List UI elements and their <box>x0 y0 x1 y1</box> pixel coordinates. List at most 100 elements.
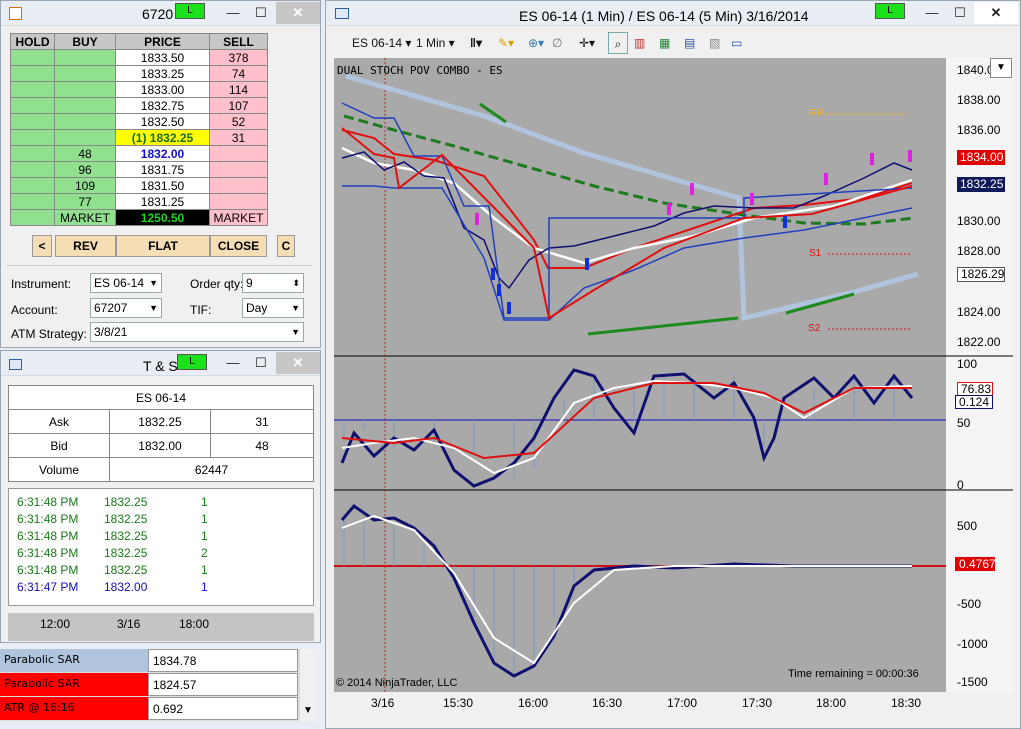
buy-cell[interactable]: 109 <box>54 177 116 194</box>
scroll-left-button[interactable]: < <box>32 235 52 257</box>
instrument-select[interactable]: ES 06-14 ▼ <box>90 273 162 293</box>
data-box-icon[interactable]: ▧ <box>709 32 720 54</box>
last-price-cell: (1) 1832.25 <box>115 129 210 146</box>
flat-button[interactable]: FLAT <box>116 235 210 257</box>
close-button[interactable]: ✕ <box>974 2 1018 24</box>
zoom-icon[interactable]: ⊕▾ <box>528 32 544 54</box>
mini-axis-label: 12:00 <box>40 617 71 631</box>
ask-price: 1832.25 <box>109 409 211 434</box>
minimize-button[interactable]: — <box>223 2 243 24</box>
strategies-icon[interactable]: ▦ <box>659 32 670 54</box>
buy-cell[interactable] <box>54 113 116 130</box>
price-axis-label: 1822.00 <box>957 335 1001 349</box>
market-buy-button[interactable]: MARKET <box>54 209 116 226</box>
interval-dropdown[interactable]: 1 Min ▾ <box>416 32 455 54</box>
link-button[interactable]: L <box>875 3 905 19</box>
ladder-row[interactable]: 1833.50 378 <box>10 49 268 66</box>
close-button[interactable]: ✕ <box>276 352 320 374</box>
sell-cell[interactable]: 107 <box>209 97 268 114</box>
price-axis-label: 1828.00 <box>957 244 1001 258</box>
market-sell-button[interactable]: MARKET <box>209 209 268 226</box>
minimize-button[interactable]: — <box>922 2 942 24</box>
chart-canvas[interactable] <box>334 58 1013 718</box>
quote-table: ES 06-14 Ask 1832.25 31 Bid 1832.00 48 Volum… <box>8 385 314 482</box>
chevron-down-icon: ▼ <box>149 303 158 313</box>
stoch-axis-label: 50 <box>957 416 971 430</box>
bar-type-icon[interactable]: ǁ▾ <box>470 32 482 54</box>
account-select[interactable]: 67207 ▼ <box>90 298 162 318</box>
ladder-row[interactable]: 1832.75 107 <box>10 97 268 114</box>
price-axis-menu-icon[interactable]: ▼ <box>990 58 1012 78</box>
trade-size: 1 <box>201 512 208 526</box>
sell-cell[interactable]: 31 <box>209 129 268 146</box>
center-button[interactable]: C <box>277 235 295 257</box>
buy-cell[interactable] <box>54 49 116 66</box>
trade-price: 1832.25 <box>104 546 148 560</box>
last-price-badge: 1832.25 <box>957 177 1005 192</box>
buy-cell[interactable] <box>54 97 116 114</box>
buy-cell[interactable] <box>54 81 116 98</box>
trade-price: 1832.00 <box>104 580 148 594</box>
dom-ladder: HOLD BUY PRICE SELL 1833.50 378 1833.25 74… <box>10 33 268 226</box>
buy-cell[interactable] <box>54 129 116 146</box>
sell-cell[interactable] <box>209 193 268 210</box>
magnet-icon[interactable]: ∅ <box>552 32 562 54</box>
maximize-button[interactable]: ☐ <box>950 2 970 24</box>
data-box-indicator-value: 0.692 <box>148 697 298 720</box>
close-button[interactable]: ✕ <box>276 2 320 24</box>
sell-cell[interactable]: 52 <box>209 113 268 130</box>
instrument-dropdown[interactable]: ES 06-14 ▾ <box>352 32 411 54</box>
order-qty-stepper[interactable]: 9 ⬍ <box>242 273 304 293</box>
ladder-row[interactable]: (1) 1832.25 31 <box>10 129 268 146</box>
sell-cell[interactable] <box>209 177 268 194</box>
trade-time: 6:31:48 PM <box>17 546 79 560</box>
templates-icon[interactable]: ▭ <box>731 32 742 54</box>
ladder-row[interactable]: 96 1831.75 <box>10 161 268 178</box>
link-button[interactable]: L <box>175 3 205 19</box>
ladder-row[interactable]: 1833.00 114 <box>10 81 268 98</box>
atm-strategy-select[interactable]: 3/8/21 ▼ <box>90 322 304 342</box>
indicators-icon[interactable]: ▥ <box>634 32 645 54</box>
price-cell: 1833.00 <box>115 81 210 98</box>
mini-axis-label: 3/16 <box>117 617 141 631</box>
magnify-icon[interactable]: ⌕ <box>608 32 628 54</box>
buy-cell[interactable]: 77 <box>54 193 116 210</box>
buy-cell[interactable] <box>54 65 116 82</box>
scroll-down-icon[interactable]: ▼ <box>303 705 313 716</box>
sell-cell[interactable]: 114 <box>209 81 268 98</box>
data-box-indicator-name: ATR @ 16:16 <box>0 697 148 720</box>
reverse-button[interactable]: REV <box>55 235 116 257</box>
buy-cell[interactable]: 48 <box>54 145 116 162</box>
ladder-row[interactable]: 48 1832.00 <box>10 145 268 162</box>
chart-app-icon <box>335 8 349 19</box>
sell-cell[interactable]: 378 <box>209 49 268 66</box>
maximize-button[interactable]: ☐ <box>251 352 271 374</box>
minimize-button[interactable]: — <box>223 352 243 374</box>
sell-header: SELL <box>209 33 268 50</box>
hold-header[interactable]: HOLD <box>10 33 55 50</box>
trade-size: 1 <box>201 529 208 543</box>
ladder-row[interactable]: 77 1831.25 <box>10 193 268 210</box>
price-axis-label: 1824.00 <box>957 305 1001 319</box>
data-box-row[interactable]: ATR @ 16:16 0.692 <box>0 697 298 720</box>
buy-cell[interactable]: 96 <box>54 161 116 178</box>
oscillator-badge: 0.4767 <box>955 557 996 571</box>
sell-cell[interactable] <box>209 145 268 162</box>
ladder-row[interactable]: 1833.25 74 <box>10 65 268 82</box>
price-axis-label: 1830.00 <box>957 214 1001 228</box>
maximize-button[interactable]: ☐ <box>251 2 271 24</box>
sell-cell[interactable] <box>209 161 268 178</box>
stoch-badge-b: 0.124 <box>955 395 993 409</box>
close-position-button[interactable]: CLOSE <box>210 235 267 257</box>
data-box-row[interactable]: Parabolic SAR 1834.78 <box>0 649 298 672</box>
pencil-icon[interactable]: ✎▾ <box>498 32 514 54</box>
ladder-row[interactable]: 109 1831.50 <box>10 177 268 194</box>
ladder-row[interactable]: 1832.50 52 <box>10 113 268 130</box>
sell-cell[interactable]: 74 <box>209 65 268 82</box>
chart-props-icon[interactable]: ▤ <box>684 32 695 54</box>
spinner-icon[interactable]: ⬍ <box>292 274 300 292</box>
link-button[interactable]: L <box>177 354 207 370</box>
data-box-row[interactable]: Parabolic SAR 1824.57 <box>0 673 298 696</box>
tif-select[interactable]: Day ▼ <box>242 298 304 318</box>
crosshair-icon[interactable]: ✛▾ <box>579 32 595 54</box>
